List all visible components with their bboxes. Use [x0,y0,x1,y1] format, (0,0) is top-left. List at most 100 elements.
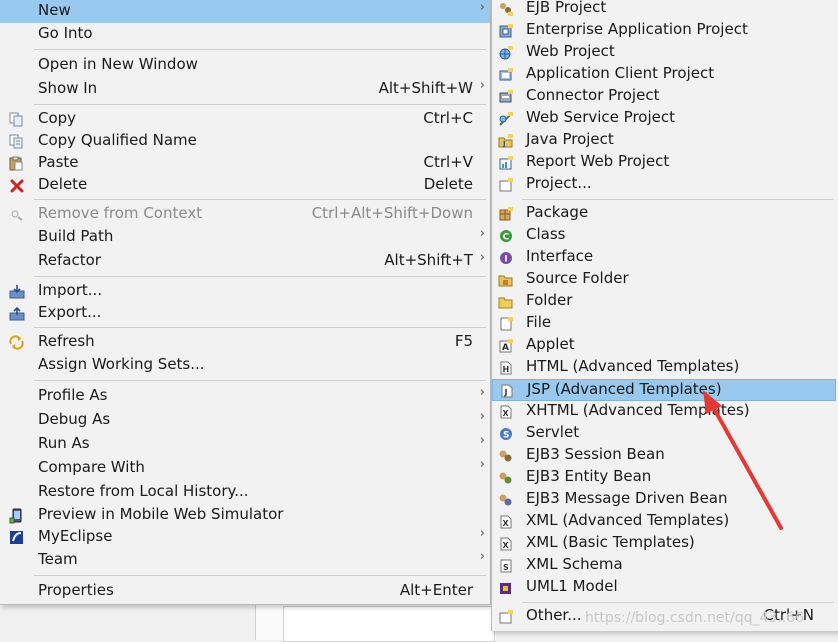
ejb-project-icon [497,0,515,18]
menu-item-label: Import... [38,281,103,299]
submenu-item-label: EJB3 Entity Bean [526,467,652,485]
menu-item-copy[interactable]: Copy Ctrl+C [0,108,490,131]
menu-item-delete[interactable]: Delete Delete [0,174,490,197]
menu-item-compare-with[interactable]: Compare With › [0,457,490,480]
svg-text:S: S [503,563,509,572]
menu-item-refactor[interactable]: Refactor Alt+Shift+T › [0,250,490,273]
submenu-item-web-service-project[interactable]: Web Service Project [492,108,836,130]
menu-item-export[interactable]: Export... [0,302,490,325]
submenu-item-app-client[interactable]: Application Client Project [492,64,836,86]
menu-item-run-as[interactable]: Run As › [0,433,490,456]
submenu-item-jsp[interactable]: J JSP (Advanced Templates) [492,379,836,401]
refresh-icon [8,334,25,351]
submenu-item-connector-project[interactable]: Connector Project [492,86,836,108]
source-folder-icon [497,271,515,289]
menu-item-remove-from-context[interactable]: Remove from Context Ctrl+Alt+Shift+Down [0,203,490,226]
menu-item-properties[interactable]: Properties Alt+Enter [0,580,490,603]
other-wizard-icon [497,608,515,626]
connector-project-icon [497,88,515,106]
copy-qualified-icon [8,133,25,150]
submenu-item-class[interactable]: C Class [492,225,836,247]
submenu-item-xml-schema[interactable]: S XML Schema [492,555,836,577]
menu-item-open-in-new-window[interactable]: Open in New Window [0,54,490,77]
submenu-item-ejb-project[interactable]: EJB Project [492,0,836,20]
xhtml-icon: X [497,403,515,421]
myeclipse-icon [8,529,25,546]
menu-item-profile-as[interactable]: Profile As › [0,385,490,408]
svg-text:I: I [504,255,507,265]
menu-item-myeclipse[interactable]: MyEclipse › [0,526,490,549]
submenu-item-servlet[interactable]: S Servlet [492,423,836,445]
submenu-item-label: Report Web Project [526,152,670,170]
paste-icon [8,155,25,172]
java-project-icon: J [497,132,515,150]
xml-advanced-icon: X [497,513,515,531]
submenu-item-label: File [526,313,552,331]
submenu-item-report-web-project[interactable]: Report Web Project [492,152,836,174]
submenu-item-interface[interactable]: I Interface [492,247,836,269]
menu-item-import[interactable]: Import... [0,280,490,303]
menu-item-label: MyEclipse [38,527,113,545]
submenu-item-ejb3-entity-bean[interactable]: EJB3 Entity Bean [492,467,836,489]
menu-item-preview-mobile[interactable]: Preview in Mobile Web Simulator [0,504,490,527]
menu-item-label: Copy [38,109,77,127]
submenu-item-java-project[interactable]: J Java Project [492,130,836,152]
svg-text:C: C [503,233,510,243]
menu-item-label: Refresh [38,332,95,350]
submenu-item-uml1-model[interactable]: UML1 Model [492,577,836,599]
menu-item-assign-working-sets[interactable]: Assign Working Sets... [0,354,490,377]
submenu-item-ejb3-session-bean[interactable]: EJB3 Session Bean [492,445,836,467]
menu-item-restore-local-history[interactable]: Restore from Local History... [0,481,490,504]
menu-item-shortcut: Alt+Enter [399,581,473,599]
submenu-item-xml-basic[interactable]: X XML (Basic Templates) [492,533,836,555]
submenu-item-label: XHTML (Advanced Templates) [526,401,750,419]
menu-separator [34,49,486,50]
import-icon [8,283,25,300]
menu-item-debug-as[interactable]: Debug As › [0,409,490,432]
menu-item-paste[interactable]: Paste Ctrl+V [0,152,490,175]
submenu-item-project[interactable]: Project... [492,174,836,196]
report-web-icon [497,154,515,172]
menu-item-build-path[interactable]: Build Path › [0,226,490,249]
jsp-icon: J [498,382,516,400]
submenu-arrow-icon: › [479,526,485,541]
enterprise-app-icon [497,22,515,40]
submenu-arrow-icon: › [479,250,485,265]
submenu-item-source-folder[interactable]: Source Folder [492,269,836,291]
svg-text:X: X [503,541,510,550]
submenu-item-xhtml[interactable]: X XHTML (Advanced Templates) [492,401,836,423]
submenu-item-folder[interactable]: Folder [492,291,836,313]
message-bean-icon [497,491,515,509]
submenu-item-applet[interactable]: A Applet [492,335,836,357]
submenu-item-enterprise-app[interactable]: Enterprise Application Project [492,20,836,42]
export-icon [8,305,25,322]
submenu-item-package[interactable]: Package [492,203,836,225]
submenu-item-label: Web Project [526,42,615,60]
menu-item-label: Profile As [38,386,108,404]
background-panel [283,606,495,642]
menu-item-refresh[interactable]: Refresh F5 [0,331,490,354]
submenu-item-label: Class [526,225,566,243]
menu-item-team[interactable]: Team › [0,549,490,572]
submenu-item-label: JSP (Advanced Templates) [527,380,722,398]
menu-item-show-in[interactable]: Show In Alt+Shift+W › [0,78,490,101]
menu-item-new[interactable]: New › [0,0,490,23]
submenu-arrow-icon: › [479,457,485,472]
html-icon: H [497,359,515,377]
session-bean-icon [497,447,515,465]
menu-item-label: Build Path [38,227,114,245]
submenu-item-html[interactable]: H HTML (Advanced Templates) [492,357,836,379]
menu-item-label: New [38,1,71,19]
submenu-item-ejb3-message-bean[interactable]: EJB3 Message Driven Bean [492,489,836,511]
menu-separator [34,575,486,576]
web-service-icon [497,110,515,128]
menu-item-go-into[interactable]: Go Into [0,23,490,46]
menu-item-label: Remove from Context [38,204,203,222]
menu-item-shortcut: Ctrl+Alt+Shift+Down [311,204,473,222]
svg-text:J: J [504,388,508,397]
submenu-item-label: Enterprise Application Project [526,20,748,38]
submenu-item-xml-advanced[interactable]: X XML (Advanced Templates) [492,511,836,533]
submenu-item-file[interactable]: File [492,313,836,335]
menu-item-copy-qualified-name[interactable]: Copy Qualified Name [0,130,490,153]
submenu-item-web-project[interactable]: Web Project [492,42,836,64]
